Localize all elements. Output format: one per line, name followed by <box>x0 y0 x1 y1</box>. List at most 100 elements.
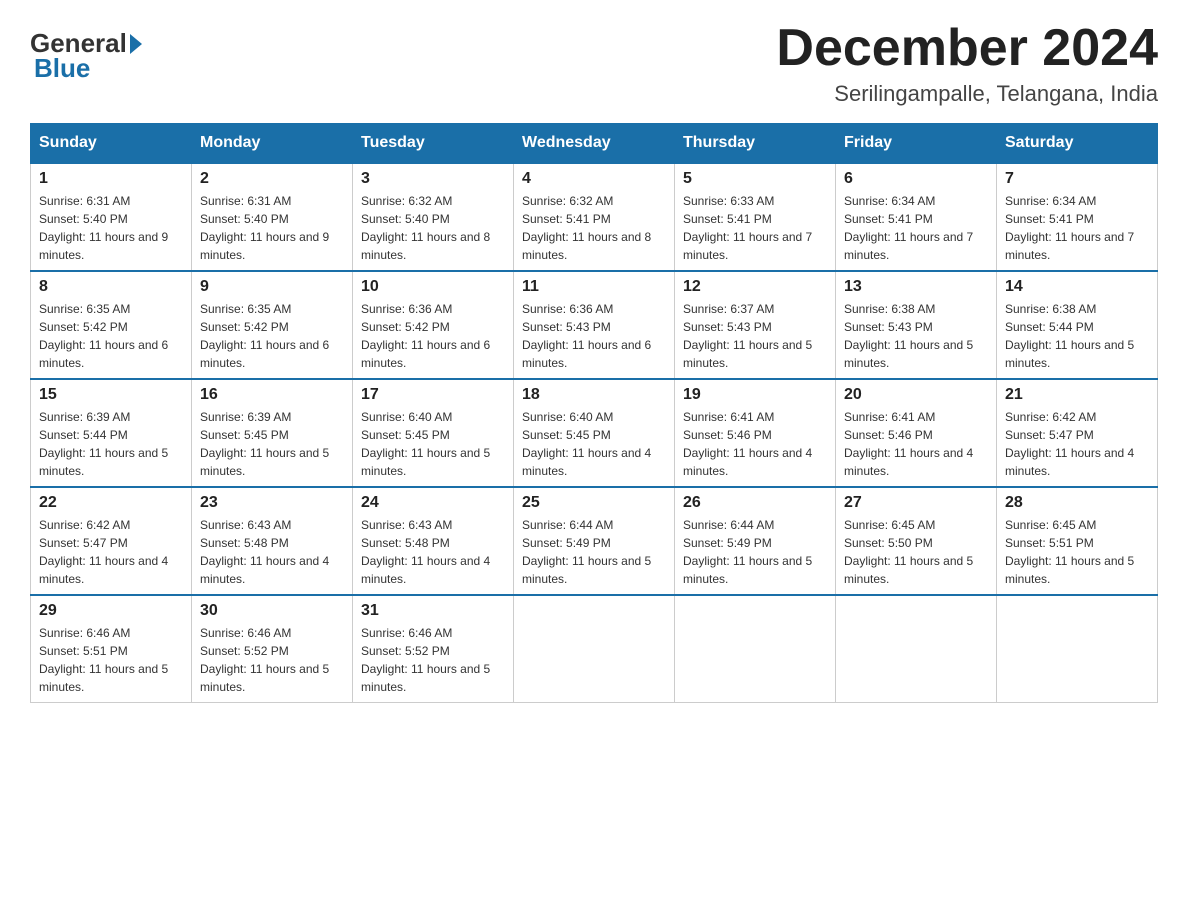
calendar-cell: 7 Sunrise: 6:34 AMSunset: 5:41 PMDayligh… <box>997 163 1158 271</box>
day-info: Sunrise: 6:33 AMSunset: 5:41 PMDaylight:… <box>683 192 827 264</box>
day-info: Sunrise: 6:35 AMSunset: 5:42 PMDaylight:… <box>39 300 183 372</box>
calendar-cell: 21 Sunrise: 6:42 AMSunset: 5:47 PMDaylig… <box>997 379 1158 487</box>
day-number: 24 <box>361 494 505 512</box>
calendar-cell: 10 Sunrise: 6:36 AMSunset: 5:42 PMDaylig… <box>353 271 514 379</box>
day-number: 3 <box>361 170 505 188</box>
day-info: Sunrise: 6:32 AMSunset: 5:41 PMDaylight:… <box>522 192 666 264</box>
day-info: Sunrise: 6:40 AMSunset: 5:45 PMDaylight:… <box>522 408 666 480</box>
logo-blue-text: Blue <box>34 53 90 83</box>
calendar-cell <box>675 595 836 703</box>
day-info: Sunrise: 6:42 AMSunset: 5:47 PMDaylight:… <box>39 516 183 588</box>
calendar-cell: 4 Sunrise: 6:32 AMSunset: 5:41 PMDayligh… <box>514 163 675 271</box>
weekday-header-friday: Friday <box>836 124 997 164</box>
logo-arrow-icon <box>130 34 142 54</box>
week-row-2: 8 Sunrise: 6:35 AMSunset: 5:42 PMDayligh… <box>31 271 1158 379</box>
day-info: Sunrise: 6:45 AMSunset: 5:51 PMDaylight:… <box>1005 516 1149 588</box>
day-number: 14 <box>1005 278 1149 296</box>
day-info: Sunrise: 6:36 AMSunset: 5:42 PMDaylight:… <box>361 300 505 372</box>
calendar-cell: 25 Sunrise: 6:44 AMSunset: 5:49 PMDaylig… <box>514 487 675 595</box>
weekday-header-row: SundayMondayTuesdayWednesdayThursdayFrid… <box>31 124 1158 164</box>
month-year-title: December 2024 <box>776 20 1158 77</box>
day-number: 28 <box>1005 494 1149 512</box>
calendar-cell: 13 Sunrise: 6:38 AMSunset: 5:43 PMDaylig… <box>836 271 997 379</box>
calendar-cell: 23 Sunrise: 6:43 AMSunset: 5:48 PMDaylig… <box>192 487 353 595</box>
calendar-cell: 27 Sunrise: 6:45 AMSunset: 5:50 PMDaylig… <box>836 487 997 595</box>
calendar-cell: 22 Sunrise: 6:42 AMSunset: 5:47 PMDaylig… <box>31 487 192 595</box>
calendar-cell <box>997 595 1158 703</box>
day-number: 17 <box>361 386 505 404</box>
day-info: Sunrise: 6:36 AMSunset: 5:43 PMDaylight:… <box>522 300 666 372</box>
day-info: Sunrise: 6:34 AMSunset: 5:41 PMDaylight:… <box>1005 192 1149 264</box>
day-info: Sunrise: 6:43 AMSunset: 5:48 PMDaylight:… <box>200 516 344 588</box>
day-number: 6 <box>844 170 988 188</box>
day-info: Sunrise: 6:41 AMSunset: 5:46 PMDaylight:… <box>844 408 988 480</box>
calendar-cell: 6 Sunrise: 6:34 AMSunset: 5:41 PMDayligh… <box>836 163 997 271</box>
week-row-4: 22 Sunrise: 6:42 AMSunset: 5:47 PMDaylig… <box>31 487 1158 595</box>
day-info: Sunrise: 6:45 AMSunset: 5:50 PMDaylight:… <box>844 516 988 588</box>
calendar-cell: 19 Sunrise: 6:41 AMSunset: 5:46 PMDaylig… <box>675 379 836 487</box>
day-info: Sunrise: 6:46 AMSunset: 5:51 PMDaylight:… <box>39 624 183 696</box>
day-number: 31 <box>361 602 505 620</box>
day-number: 5 <box>683 170 827 188</box>
day-info: Sunrise: 6:44 AMSunset: 5:49 PMDaylight:… <box>522 516 666 588</box>
page-header: General Blue December 2024 Serilingampal… <box>30 20 1158 107</box>
day-info: Sunrise: 6:44 AMSunset: 5:49 PMDaylight:… <box>683 516 827 588</box>
weekday-header-wednesday: Wednesday <box>514 124 675 164</box>
day-number: 20 <box>844 386 988 404</box>
day-number: 8 <box>39 278 183 296</box>
week-row-5: 29 Sunrise: 6:46 AMSunset: 5:51 PMDaylig… <box>31 595 1158 703</box>
location-subtitle: Serilingampalle, Telangana, India <box>776 81 1158 107</box>
day-number: 16 <box>200 386 344 404</box>
day-number: 10 <box>361 278 505 296</box>
day-info: Sunrise: 6:38 AMSunset: 5:44 PMDaylight:… <box>1005 300 1149 372</box>
day-info: Sunrise: 6:31 AMSunset: 5:40 PMDaylight:… <box>200 192 344 264</box>
day-number: 26 <box>683 494 827 512</box>
calendar-cell: 16 Sunrise: 6:39 AMSunset: 5:45 PMDaylig… <box>192 379 353 487</box>
day-number: 18 <box>522 386 666 404</box>
calendar-cell: 31 Sunrise: 6:46 AMSunset: 5:52 PMDaylig… <box>353 595 514 703</box>
day-info: Sunrise: 6:34 AMSunset: 5:41 PMDaylight:… <box>844 192 988 264</box>
weekday-header-sunday: Sunday <box>31 124 192 164</box>
weekday-header-saturday: Saturday <box>997 124 1158 164</box>
calendar-cell: 5 Sunrise: 6:33 AMSunset: 5:41 PMDayligh… <box>675 163 836 271</box>
day-info: Sunrise: 6:39 AMSunset: 5:45 PMDaylight:… <box>200 408 344 480</box>
day-number: 15 <box>39 386 183 404</box>
day-number: 13 <box>844 278 988 296</box>
day-number: 9 <box>200 278 344 296</box>
calendar-cell: 24 Sunrise: 6:43 AMSunset: 5:48 PMDaylig… <box>353 487 514 595</box>
week-row-1: 1 Sunrise: 6:31 AMSunset: 5:40 PMDayligh… <box>31 163 1158 271</box>
calendar-cell: 29 Sunrise: 6:46 AMSunset: 5:51 PMDaylig… <box>31 595 192 703</box>
day-number: 2 <box>200 170 344 188</box>
day-info: Sunrise: 6:37 AMSunset: 5:43 PMDaylight:… <box>683 300 827 372</box>
day-number: 7 <box>1005 170 1149 188</box>
calendar-cell: 26 Sunrise: 6:44 AMSunset: 5:49 PMDaylig… <box>675 487 836 595</box>
weekday-header-monday: Monday <box>192 124 353 164</box>
calendar-cell: 11 Sunrise: 6:36 AMSunset: 5:43 PMDaylig… <box>514 271 675 379</box>
calendar-cell: 15 Sunrise: 6:39 AMSunset: 5:44 PMDaylig… <box>31 379 192 487</box>
day-number: 4 <box>522 170 666 188</box>
day-info: Sunrise: 6:31 AMSunset: 5:40 PMDaylight:… <box>39 192 183 264</box>
calendar-cell: 12 Sunrise: 6:37 AMSunset: 5:43 PMDaylig… <box>675 271 836 379</box>
day-info: Sunrise: 6:39 AMSunset: 5:44 PMDaylight:… <box>39 408 183 480</box>
calendar-cell: 18 Sunrise: 6:40 AMSunset: 5:45 PMDaylig… <box>514 379 675 487</box>
day-info: Sunrise: 6:46 AMSunset: 5:52 PMDaylight:… <box>200 624 344 696</box>
weekday-header-thursday: Thursday <box>675 124 836 164</box>
day-number: 29 <box>39 602 183 620</box>
calendar-cell: 30 Sunrise: 6:46 AMSunset: 5:52 PMDaylig… <box>192 595 353 703</box>
day-number: 22 <box>39 494 183 512</box>
day-number: 27 <box>844 494 988 512</box>
calendar-cell: 8 Sunrise: 6:35 AMSunset: 5:42 PMDayligh… <box>31 271 192 379</box>
day-info: Sunrise: 6:42 AMSunset: 5:47 PMDaylight:… <box>1005 408 1149 480</box>
week-row-3: 15 Sunrise: 6:39 AMSunset: 5:44 PMDaylig… <box>31 379 1158 487</box>
day-number: 30 <box>200 602 344 620</box>
day-info: Sunrise: 6:40 AMSunset: 5:45 PMDaylight:… <box>361 408 505 480</box>
day-info: Sunrise: 6:41 AMSunset: 5:46 PMDaylight:… <box>683 408 827 480</box>
title-area: December 2024 Serilingampalle, Telangana… <box>776 20 1158 107</box>
calendar-cell: 17 Sunrise: 6:40 AMSunset: 5:45 PMDaylig… <box>353 379 514 487</box>
calendar-cell: 2 Sunrise: 6:31 AMSunset: 5:40 PMDayligh… <box>192 163 353 271</box>
day-info: Sunrise: 6:46 AMSunset: 5:52 PMDaylight:… <box>361 624 505 696</box>
calendar-cell <box>836 595 997 703</box>
day-info: Sunrise: 6:38 AMSunset: 5:43 PMDaylight:… <box>844 300 988 372</box>
calendar-cell: 20 Sunrise: 6:41 AMSunset: 5:46 PMDaylig… <box>836 379 997 487</box>
day-number: 1 <box>39 170 183 188</box>
